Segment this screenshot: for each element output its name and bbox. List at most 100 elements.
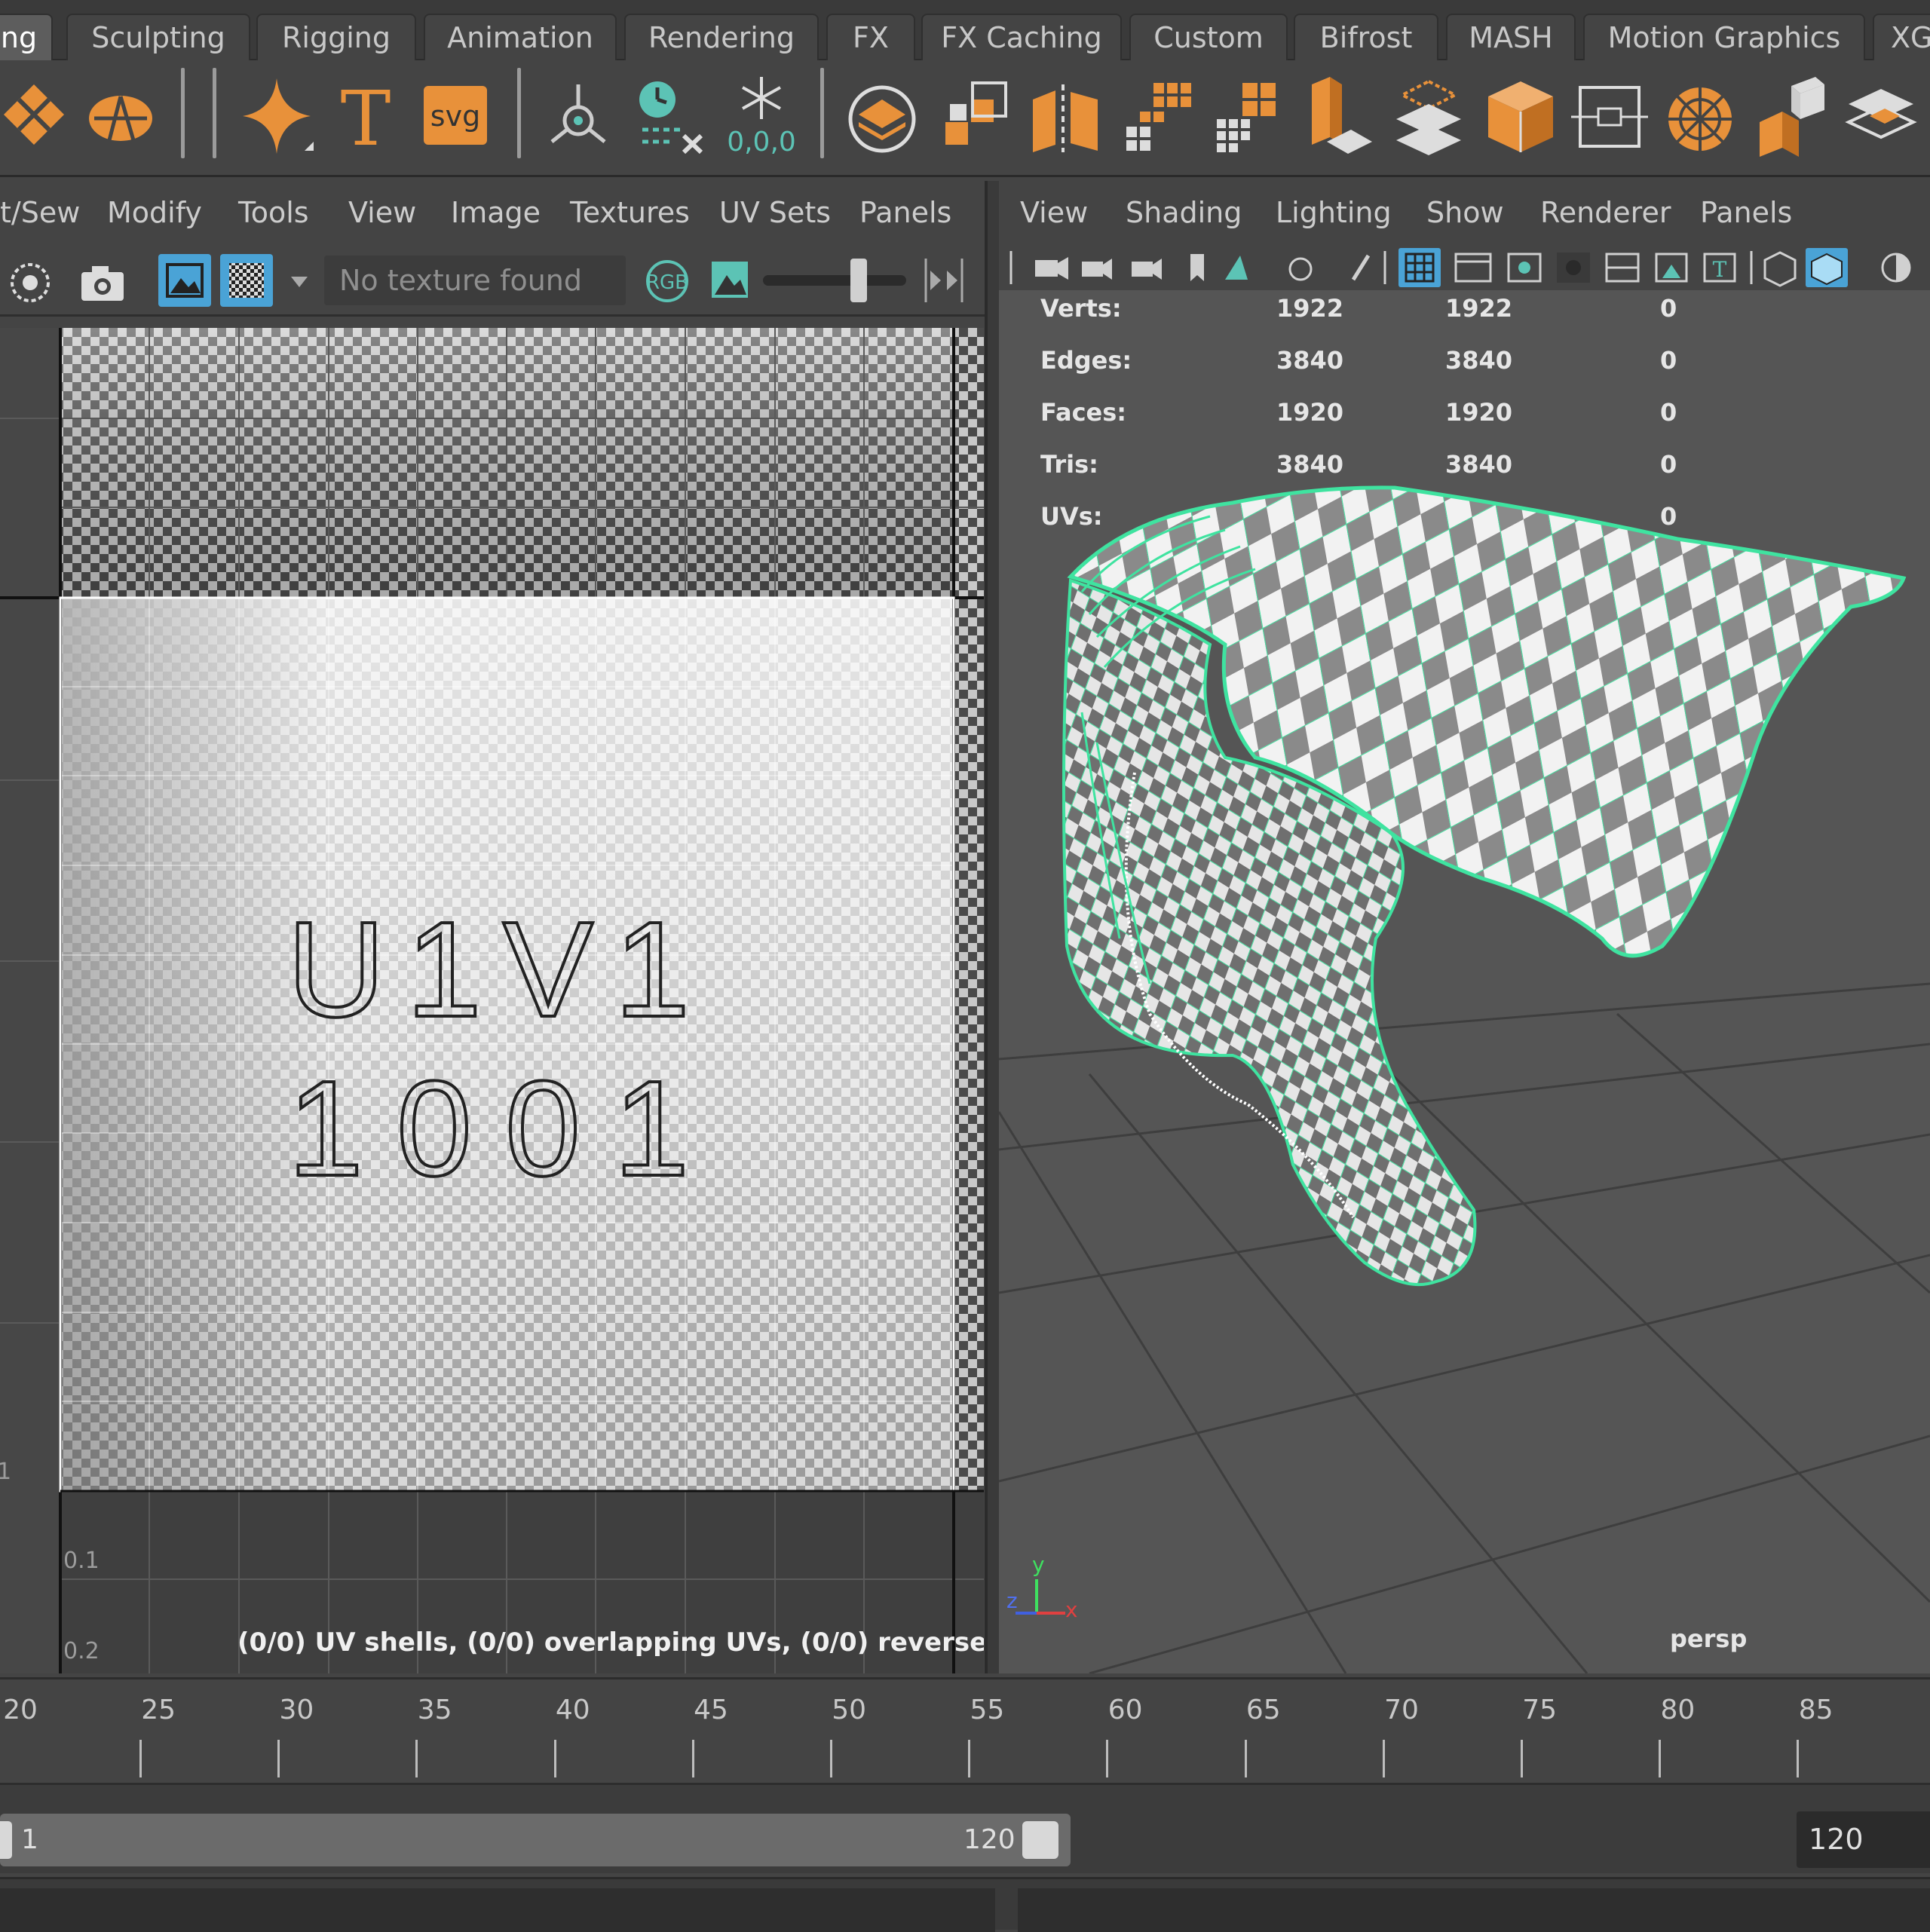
svg-text:z: z xyxy=(1006,1588,1018,1613)
sparkle-star-icon[interactable] xyxy=(235,69,318,160)
hud-value: 1920 xyxy=(1276,398,1343,427)
cube-icon[interactable] xyxy=(1479,69,1562,160)
planes-stack-icon[interactable] xyxy=(1387,69,1470,160)
timeline-frame-label: 30 xyxy=(279,1695,314,1725)
hud-value: 0 xyxy=(1660,398,1677,427)
texture-dropdown[interactable]: No texture found xyxy=(324,256,626,305)
shelf-tab-rendering[interactable]: Rendering xyxy=(624,14,819,60)
vp-menu-panels[interactable]: Panels xyxy=(1700,181,1792,245)
menu-uv-sets[interactable]: UV Sets xyxy=(719,181,831,245)
extrude-box-icon[interactable] xyxy=(1297,69,1380,160)
exposure-slider[interactable] xyxy=(763,275,906,286)
command-line-bar xyxy=(0,1877,1930,1932)
exposure-slider-handle[interactable] xyxy=(850,259,867,302)
svg-tool-icon[interactable]: svg xyxy=(415,69,498,160)
camera-name-label: persp xyxy=(1670,1624,1747,1653)
sphere-segments-icon[interactable] xyxy=(79,69,162,160)
command-result-field xyxy=(1018,1888,1930,1932)
timeline-tick xyxy=(139,1740,142,1777)
vp-menu-lighting[interactable]: Lighting xyxy=(1276,181,1392,245)
target-wheel-icon[interactable] xyxy=(1659,69,1742,160)
vp-menu-view[interactable]: View xyxy=(1020,181,1088,245)
hud-value: 3840 xyxy=(1445,346,1512,375)
timeline-frame-label: 40 xyxy=(555,1695,590,1725)
menu-textures[interactable]: Textures xyxy=(570,181,690,245)
split-cube-icon[interactable] xyxy=(1025,69,1108,160)
hud-value: 1922 xyxy=(1445,294,1512,323)
uv-status-text: (0/0) UV shells, (0/0) overlapping UVs, … xyxy=(237,1627,984,1658)
timeline-tick xyxy=(415,1740,418,1777)
range-end-handle[interactable] xyxy=(1022,1821,1058,1859)
panel-expand-icon[interactable] xyxy=(915,256,968,305)
command-input[interactable] xyxy=(0,1888,995,1932)
checker-toggle-icon[interactable] xyxy=(220,254,273,307)
range-slider-bar: 1 120 120 xyxy=(0,1783,1930,1873)
shelf-tab-fx-caching[interactable]: FX Caching xyxy=(921,14,1122,60)
timeline-frame-label: 80 xyxy=(1660,1695,1696,1725)
menu-tools[interactable]: Tools xyxy=(238,181,309,245)
chevron-down-icon[interactable] xyxy=(288,271,311,293)
shelf-tab-modeling[interactable]: ng xyxy=(0,14,53,60)
grid-combine-icon[interactable] xyxy=(1206,69,1289,160)
timeline-frame-label: 75 xyxy=(1522,1695,1558,1725)
shelf-tab-sculpting[interactable]: Sculpting xyxy=(66,14,250,60)
snowflake-freeze-icon[interactable]: 0,0,0 xyxy=(720,69,803,160)
uv-editor-menubar: t/Sew Modify Tools View Image Textures U… xyxy=(0,181,985,245)
shelf-tab-motion-graphics[interactable]: Motion Graphics xyxy=(1583,14,1865,60)
animation-end-field[interactable]: 120 xyxy=(1797,1811,1930,1868)
hud-value: 0 xyxy=(1660,346,1677,375)
hud-value: 0 xyxy=(1660,450,1677,479)
shelf-tab-animation[interactable]: Animation xyxy=(424,14,617,60)
diamond-grid-icon[interactable] xyxy=(0,69,83,160)
grid-blocks-icon[interactable] xyxy=(1116,69,1199,160)
timeline-tick xyxy=(1244,1740,1247,1777)
bounding-box-icon[interactable] xyxy=(1568,69,1651,160)
shelf-tab-mash[interactable]: MASH xyxy=(1446,14,1576,60)
vp-menu-shading[interactable]: Shading xyxy=(1126,181,1242,245)
timeline-frame-label: 25 xyxy=(141,1695,176,1725)
menu-panels[interactable]: Panels xyxy=(859,181,951,245)
hud-value: 1920 xyxy=(1445,398,1512,427)
vp-menu-renderer[interactable]: Renderer xyxy=(1540,181,1671,245)
vp-menu-show[interactable]: Show xyxy=(1426,181,1504,245)
shelf-tab-rigging[interactable]: Rigging xyxy=(256,14,416,60)
stacked-squares-icon[interactable] xyxy=(935,69,1018,160)
shelf-tab-custom[interactable]: Custom xyxy=(1129,14,1288,60)
timeline-tick xyxy=(277,1740,280,1777)
range-end-value: 120 xyxy=(963,1824,1016,1855)
shelf-tab-bifrost[interactable]: Bifrost xyxy=(1294,14,1438,60)
menu-view[interactable]: View xyxy=(348,181,416,245)
shelf-tab-fx[interactable]: FX xyxy=(826,14,915,60)
playback-range-slider[interactable]: 1 120 xyxy=(0,1814,1071,1866)
display-image-toggle-icon[interactable] xyxy=(158,254,211,307)
locator-pivot-icon[interactable] xyxy=(537,69,620,160)
timeline-frame-label: 20 xyxy=(3,1695,38,1725)
target-circle-icon[interactable] xyxy=(8,260,53,305)
time-slider[interactable]: 20 25 30 35 40 45 50 55 60 65 70 75 80 85 xyxy=(0,1677,1930,1779)
image-exposure-icon[interactable] xyxy=(707,257,752,302)
menu-cut-sew[interactable]: t/Sew xyxy=(0,181,80,245)
text-tool-icon[interactable]: T xyxy=(324,69,407,163)
svg-text:T: T xyxy=(341,75,391,160)
camera-snapshot-icon[interactable] xyxy=(78,262,127,304)
timeline-frame-label: 60 xyxy=(1107,1695,1143,1725)
shelf-tab-xgen[interactable]: XG xyxy=(1873,14,1930,60)
panel-splitter[interactable] xyxy=(988,181,999,1673)
shelf-icon-bar: T svg 0,0,0 xyxy=(0,60,1930,177)
stacked-planes-icon[interactable] xyxy=(1840,69,1922,160)
uv-canvas[interactable]: U1V1 1001 1 0.1 0.2 (0/0) UV shells, (0/… xyxy=(0,328,984,1673)
shelf-separator xyxy=(181,68,185,158)
3d-viewport[interactable]: Verts: 1922 1922 0 Edges: 3840 3840 0 Fa… xyxy=(999,290,1930,1673)
hud-value: 1922 xyxy=(1276,294,1343,323)
shelf-separator xyxy=(517,68,521,158)
range-start-handle[interactable] xyxy=(0,1821,12,1859)
shelf-tab-bar: ng Sculpting Rigging Animation Rendering… xyxy=(0,0,1930,60)
clock-delete-icon[interactable] xyxy=(627,69,710,160)
timeline-tick xyxy=(691,1740,694,1777)
hud-label: Faces: xyxy=(1040,398,1126,427)
rgb-channel-icon[interactable]: RGB xyxy=(641,259,694,304)
menu-modify[interactable]: Modify xyxy=(107,181,202,245)
transfer-cubes-icon[interactable] xyxy=(1749,69,1832,160)
layer-disc-icon[interactable] xyxy=(841,69,924,160)
menu-image[interactable]: Image xyxy=(451,181,541,245)
